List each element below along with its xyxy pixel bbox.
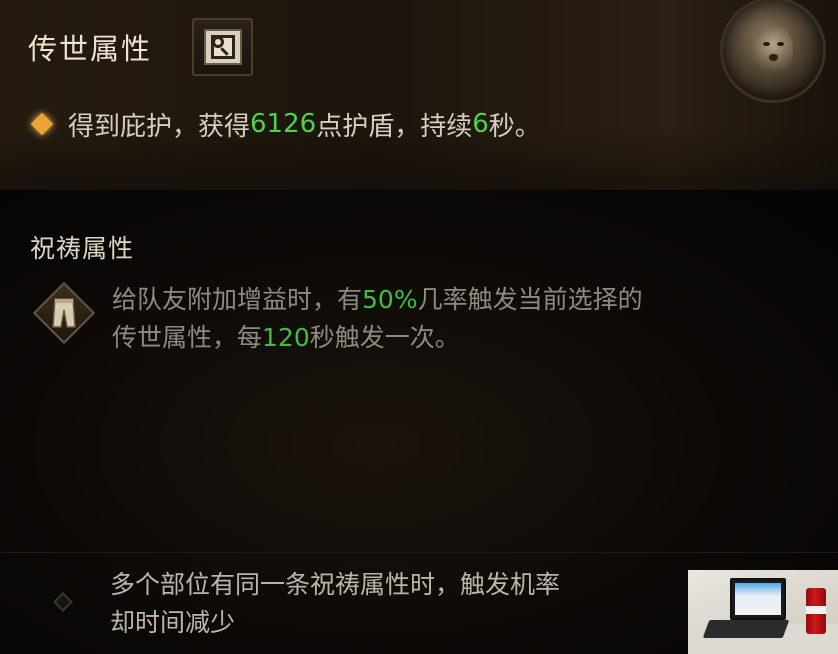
codex-magnifier-icon — [203, 29, 242, 65]
effect-text-middle: 点护盾，持续 — [316, 111, 473, 142]
codex-button[interactable] — [192, 18, 253, 76]
trigger-chance: 50% — [362, 285, 418, 314]
lion-crest-icon — [723, 0, 823, 100]
duration-value: 6 — [472, 109, 489, 139]
prayer-desc-part3: 传世属性，每 — [112, 323, 263, 352]
legendary-title: 传世属性 — [28, 32, 153, 66]
laptop-image — [702, 620, 790, 638]
gold-diamond-icon — [30, 112, 54, 136]
prayer-title: 祝祷属性 — [30, 234, 135, 263]
prayer-desc-part1: 给队友附加增益时，有 — [112, 285, 363, 314]
pants-item-icon — [32, 281, 96, 345]
effect-text-prefix: 得到庇护，获得 — [68, 111, 251, 142]
effect-text-suffix: 秒。 — [488, 111, 541, 142]
cooldown-value: 120 — [262, 323, 310, 352]
ad-thumbnail[interactable] — [688, 570, 838, 654]
section-divider — [0, 552, 838, 553]
prayer-desc-part2: 几率触发当前选择的 — [417, 285, 643, 314]
note-line-1: 多个部位有同一条祝祷属性时，触发机率 — [110, 570, 561, 599]
prayer-description: 给队友附加增益时，有50%几率触发当前选择的 传世属性，每120秒触发一次。 — [112, 281, 812, 357]
prayer-desc-part4: 秒触发一次。 — [309, 323, 460, 352]
shield-value: 6126 — [250, 109, 317, 139]
stacking-note: 多个部位有同一条祝祷属性时，触发机率 却时间减少 — [110, 566, 700, 642]
soda-can-image — [806, 588, 826, 634]
note-line-2: 却时间减少 — [110, 608, 236, 637]
legendary-effect: 得到庇护，获得 6126 点护盾，持续 6 秒。 — [30, 104, 541, 144]
